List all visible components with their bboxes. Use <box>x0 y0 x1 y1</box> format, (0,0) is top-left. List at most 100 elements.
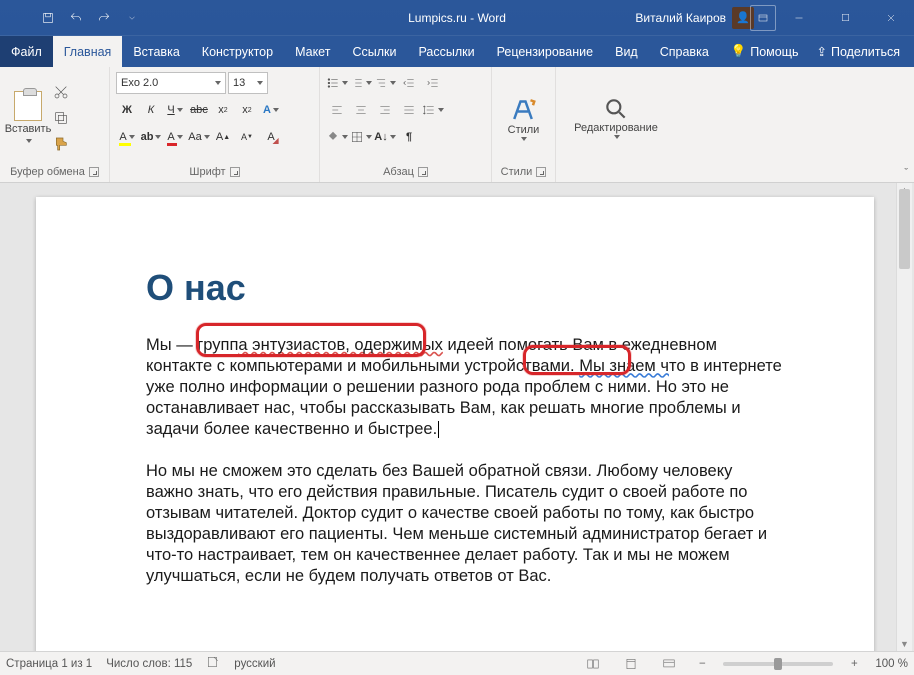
clipboard-dialog-launcher[interactable] <box>89 167 99 177</box>
group-paragraph: A↓ ¶ Абзац <box>320 67 492 182</box>
zoom-level[interactable]: 100 % <box>875 658 908 670</box>
justify-button[interactable] <box>398 99 420 121</box>
align-left-button[interactable] <box>326 99 348 121</box>
zoom-in-button[interactable]: + <box>847 658 861 670</box>
autosave-icon[interactable] <box>35 5 61 31</box>
font-size-combobox[interactable]: 13 <box>228 72 268 94</box>
print-layout-icon[interactable] <box>619 655 643 673</box>
tab-references[interactable]: Ссылки <box>341 36 407 67</box>
help-button[interactable]: 💡Помощь <box>723 44 807 59</box>
ribbon-display-options-icon[interactable] <box>750 5 776 31</box>
bullets-button[interactable] <box>326 72 348 94</box>
increase-indent-button[interactable] <box>422 72 444 94</box>
window-controls <box>776 0 914 35</box>
clear-formatting-button[interactable]: A◢ <box>260 126 282 148</box>
status-word-count[interactable]: Число слов: 115 <box>106 658 192 670</box>
sort-button[interactable]: A↓ <box>374 126 396 148</box>
tab-mailings[interactable]: Рассылки <box>407 36 485 67</box>
text-highlight-button[interactable]: A <box>116 126 138 148</box>
spelling-error[interactable]: а энтузиастов, одержимых <box>238 336 442 354</box>
font-color-button[interactable]: A <box>164 126 186 148</box>
cut-icon[interactable] <box>50 81 72 103</box>
user-name: Виталий Каиров <box>635 11 726 25</box>
copy-icon[interactable] <box>50 107 72 129</box>
align-right-button[interactable] <box>374 99 396 121</box>
paragraph-dialog-launcher[interactable] <box>418 167 428 177</box>
tab-review[interactable]: Рецензирование <box>486 36 605 67</box>
borders-button[interactable] <box>350 126 372 148</box>
clipboard-icon <box>14 91 42 121</box>
read-mode-icon[interactable] <box>581 655 605 673</box>
text-effects-button[interactable]: A <box>260 99 282 121</box>
proofing-icon[interactable] <box>206 655 220 672</box>
group-styles: Стили Стили <box>492 67 556 182</box>
numbering-button[interactable] <box>350 72 372 94</box>
status-bar: Страница 1 из 1 Число слов: 115 русский … <box>0 651 914 675</box>
font-dialog-launcher[interactable] <box>230 167 240 177</box>
scroll-down-arrow[interactable]: ▼ <box>897 637 912 651</box>
strikethrough-button[interactable]: abє <box>188 99 210 121</box>
change-case-button[interactable]: Aa <box>188 126 210 148</box>
web-layout-icon[interactable] <box>657 655 681 673</box>
paragraph-1: Мы — группа энтузиастов, одержимых идеей… <box>146 335 784 441</box>
grow-font-button[interactable]: ab <box>140 126 162 148</box>
editing-dropdown[interactable] <box>605 134 627 140</box>
font-name-combobox[interactable]: Exo 2.0 <box>116 72 226 94</box>
styles-gallery-button[interactable]: Стили <box>508 94 540 142</box>
tab-insert[interactable]: Вставка <box>122 36 190 67</box>
group-editing: Редактирование <box>556 67 676 182</box>
vertical-scrollbar[interactable]: ▲ ▼ <box>896 183 912 651</box>
show-marks-button[interactable]: ¶ <box>398 126 420 148</box>
superscript-button[interactable]: x2 <box>236 99 258 121</box>
title-bar: Lumpics.ru - Word Виталий Каиров 👤 <box>0 0 914 35</box>
paste-dropdown[interactable] <box>17 137 39 145</box>
qat-customize-icon[interactable] <box>119 5 145 31</box>
undo-icon[interactable] <box>63 5 89 31</box>
italic-button[interactable]: К <box>140 99 162 121</box>
tab-help[interactable]: Справка <box>649 36 720 67</box>
decrease-indent-button[interactable] <box>398 72 420 94</box>
group-font: Exo 2.0 13 Ж К Ч abє x2 x2 A A ab A Aa A… <box>110 67 320 182</box>
grammar-error[interactable]: Мы знаем ч <box>579 357 669 375</box>
page[interactable]: О нас Мы — группа энтузиастов, одержимых… <box>36 197 874 651</box>
multilevel-button[interactable] <box>374 72 396 94</box>
account-area[interactable]: Виталий Каиров 👤 <box>635 7 754 29</box>
underline-button[interactable]: Ч <box>164 99 186 121</box>
scrollbar-thumb[interactable] <box>899 189 910 269</box>
paste-button[interactable]: Вставить <box>6 71 50 164</box>
close-button[interactable] <box>868 0 914 35</box>
collapse-ribbon-icon[interactable]: ˇ <box>904 167 908 179</box>
maximize-button[interactable] <box>822 0 868 35</box>
shading-button[interactable] <box>326 126 348 148</box>
tab-file[interactable]: Файл <box>0 36 53 67</box>
minimize-button[interactable] <box>776 0 822 35</box>
lightbulb-icon: 💡 <box>731 44 747 59</box>
redo-icon[interactable] <box>91 5 117 31</box>
tab-design[interactable]: Конструктор <box>191 36 284 67</box>
tab-home[interactable]: Главная <box>53 36 123 67</box>
styles-dropdown[interactable] <box>512 136 534 142</box>
zoom-out-button[interactable]: − <box>695 658 709 670</box>
zoom-slider[interactable] <box>723 662 833 666</box>
status-language[interactable]: русский <box>234 658 275 670</box>
heading: О нас <box>146 267 784 309</box>
status-page[interactable]: Страница 1 из 1 <box>6 658 92 670</box>
editing-button[interactable]: Редактирование <box>574 96 658 140</box>
share-button[interactable]: ⇪Поделиться <box>808 44 908 59</box>
tab-view[interactable]: Вид <box>604 36 649 67</box>
share-icon: ⇪ <box>816 44 826 59</box>
subscript-button[interactable]: x2 <box>212 99 234 121</box>
zoom-slider-thumb[interactable] <box>774 658 782 670</box>
quick-access-toolbar <box>0 5 145 31</box>
styles-dialog-launcher[interactable] <box>536 167 546 177</box>
format-painter-icon[interactable] <box>50 133 72 155</box>
increase-font-button[interactable]: A▲ <box>212 126 234 148</box>
tab-layout[interactable]: Макет <box>284 36 341 67</box>
paragraph-2: Но мы не сможем это сделать без Вашей об… <box>146 461 784 588</box>
bold-button[interactable]: Ж <box>116 99 138 121</box>
align-center-button[interactable] <box>350 99 372 121</box>
group-clipboard: Вставить Буфер обмена <box>0 67 110 182</box>
line-spacing-button[interactable] <box>422 99 444 121</box>
ribbon: Вставить Буфер обмена Exo 2.0 13 Ж К Ч a… <box>0 67 914 183</box>
decrease-font-button[interactable]: A▼ <box>236 126 258 148</box>
